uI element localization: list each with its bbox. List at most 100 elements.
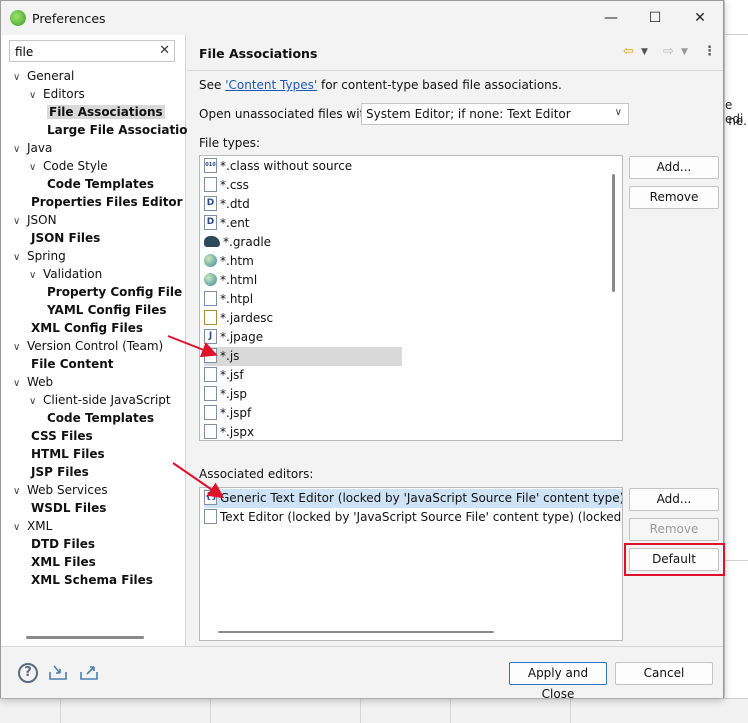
chevron-down-icon[interactable]: ∨ (13, 483, 27, 501)
tree-horizontal-scrollbar[interactable] (26, 636, 144, 639)
tree-item-label: XML Schema Files (31, 573, 153, 587)
tree-item[interactable]: ∨ JSON (13, 211, 57, 229)
tree-item[interactable]: JSP Files (29, 463, 89, 481)
background-divider (725, 560, 748, 561)
file-type-row[interactable]: 010 *.class without source (204, 157, 352, 176)
tree-item-label: XML Files (31, 555, 96, 569)
add-file-type-button[interactable]: Add... (629, 156, 719, 179)
open-unassociated-label: Open unassociated files with: (199, 107, 376, 121)
tree-item[interactable]: ∨ Web (13, 373, 53, 391)
tree-item[interactable]: ∨ XML (13, 517, 52, 535)
chevron-down-icon[interactable]: ∨ (29, 159, 43, 177)
help-icon[interactable]: ? (18, 663, 38, 683)
remove-file-type-button[interactable]: Remove (629, 186, 719, 209)
file-type-row[interactable]: J *.jpage (204, 328, 263, 347)
dropdown-value: System Editor; if none: Text Editor (366, 107, 571, 121)
file-type-label: *.class without source (220, 159, 353, 173)
cancel-button[interactable]: Cancel (615, 662, 713, 685)
remove-editor-button[interactable]: Remove (629, 518, 719, 541)
file-types-scrollbar[interactable] (612, 174, 615, 292)
tree-item[interactable]: YAML Config Files (45, 301, 167, 319)
globe-icon (204, 254, 217, 267)
maximize-button[interactable]: ☐ (633, 4, 677, 32)
file-type-row[interactable]: *.html (204, 271, 257, 290)
tree-item[interactable]: Large File Associations (45, 121, 203, 139)
tree-item[interactable]: ∨ Web Services (13, 481, 108, 499)
file-type-label: *.dtd (220, 197, 250, 211)
tree-item[interactable]: ∨ Code Style (29, 157, 108, 175)
file-icon (204, 509, 217, 524)
tree-item[interactable]: Code Templates (45, 175, 154, 193)
import-icon[interactable] (48, 664, 68, 681)
chevron-down-icon[interactable]: ∨ (13, 375, 27, 393)
tree-item[interactable]: ∨ Version Control (Team) (13, 337, 163, 355)
java-page-icon: J (204, 329, 217, 344)
file-type-row[interactable]: *.gradle (204, 233, 271, 252)
forward-menu-chevron-icon[interactable]: ▼ (681, 47, 688, 57)
tree-item[interactable]: WSDL Files (29, 499, 106, 517)
tree-item[interactable]: HTML Files (29, 445, 105, 463)
file-type-row[interactable]: *.css (204, 176, 249, 195)
tree-item[interactable]: XML Schema Files (29, 571, 153, 589)
chevron-down-icon[interactable]: ∨ (13, 69, 27, 87)
minimize-button[interactable]: — (589, 4, 633, 32)
content-types-note: See 'Content Types' for content-type bas… (199, 78, 562, 92)
tree-item-label: YAML Config Files (47, 303, 167, 317)
tree-item-label: File Associations (47, 105, 165, 119)
chevron-down-icon[interactable]: ∨ (13, 249, 27, 267)
export-icon[interactable] (79, 664, 99, 681)
tree-item[interactable]: Code Templates (45, 409, 154, 427)
add-editor-button[interactable]: Add... (629, 488, 719, 511)
close-button[interactable]: ✕ (678, 4, 722, 32)
file-type-row[interactable]: *.jsf (204, 366, 244, 385)
filter-input[interactable] (13, 42, 157, 62)
file-type-row[interactable]: D *.ent (204, 214, 250, 233)
editors-horizontal-scrollbar[interactable] (218, 631, 494, 633)
file-type-row[interactable]: *.htm (204, 252, 254, 271)
file-type-row[interactable]: *.jsp (204, 385, 247, 404)
tree-item[interactable]: Property Config File (45, 283, 182, 301)
associated-editor-row[interactable]: {} Generic Text Editor (locked by 'JavaSc… (204, 489, 622, 508)
file-type-row[interactable]: *.jardesc (204, 309, 273, 328)
file-types-list[interactable]: *.jspx *.jspf *.jsp *.jsf *.js J *.jpage *.jard… (199, 155, 623, 441)
generic-editor-icon: {} (204, 490, 218, 505)
associated-editor-row[interactable]: Text Editor (locked by 'JavaScript Sourc… (204, 508, 622, 527)
tree-item[interactable]: ∨ General (13, 67, 74, 85)
chevron-down-icon[interactable]: ∨ (29, 267, 43, 285)
tree-item[interactable]: ∨ Validation (29, 265, 102, 283)
tree-item[interactable]: XML Files (29, 553, 96, 571)
file-type-row[interactable]: *.jspf (204, 404, 251, 423)
file-type-row[interactable]: *.htpl (204, 290, 253, 309)
tree-item-label: General (27, 69, 75, 83)
clear-filter-icon[interactable]: ✕ (159, 43, 170, 58)
chevron-down-icon[interactable]: ∨ (13, 141, 27, 159)
unassociated-editor-dropdown[interactable]: System Editor; if none: Text Editor ∨ (361, 103, 629, 125)
tree-item[interactable]: ∨ Editors (29, 85, 85, 103)
chevron-down-icon[interactable]: ∨ (13, 519, 27, 537)
back-menu-chevron-icon[interactable]: ▼ (641, 47, 648, 57)
tree-item[interactable]: ∨ Client-side JavaScript (29, 391, 171, 409)
tree-item[interactable]: File Associations (45, 103, 165, 121)
tree-item[interactable]: CSS Files (29, 427, 93, 445)
associated-editors-list[interactable]: Text Editor (locked by 'JavaScript Sourc… (199, 487, 623, 641)
file-type-row[interactable]: *.jspx (204, 423, 254, 440)
chevron-down-icon[interactable]: ∨ (13, 339, 27, 357)
tree-item[interactable]: ∨ Java (13, 139, 52, 157)
chevron-down-icon[interactable]: ∨ (29, 87, 43, 105)
chevron-down-icon[interactable]: ∨ (13, 213, 27, 231)
filter-field[interactable]: ✕ (9, 40, 175, 62)
file-type-row[interactable]: *.js (204, 347, 402, 366)
tree-item[interactable]: XML Config Files (29, 319, 143, 337)
chevron-down-icon[interactable]: ∨ (29, 393, 43, 411)
file-type-row[interactable]: D *.dtd (204, 195, 250, 214)
view-menu-icon[interactable]: ⋮ (703, 44, 716, 59)
tree-item[interactable]: Properties Files Editor (29, 193, 183, 211)
forward-arrow-icon[interactable]: ⇨ (663, 44, 674, 59)
back-arrow-icon[interactable]: ⇦ (623, 44, 634, 59)
content-types-link[interactable]: 'Content Types' (225, 78, 317, 92)
apply-and-close-button[interactable]: Apply and Close (509, 662, 607, 701)
tree-item[interactable]: ∨ Spring (13, 247, 66, 265)
tree-item[interactable]: DTD Files (29, 535, 95, 553)
tree-item[interactable]: File Content (29, 355, 114, 373)
tree-item[interactable]: JSON Files (29, 229, 100, 247)
